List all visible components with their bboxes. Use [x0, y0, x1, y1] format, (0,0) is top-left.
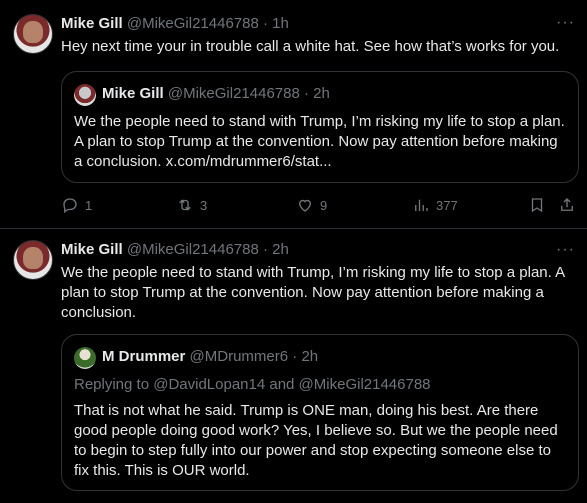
quote-header: M Drummer @MDrummer6 · 2h — [102, 347, 318, 367]
replying-to[interactable]: Replying to @DavidLopan14 and @MikeGil21… — [74, 375, 431, 395]
views-button[interactable]: 377 — [412, 196, 458, 214]
bookmark-icon — [531, 198, 543, 213]
tweet-text: Hey next time your in trouble call a whi… — [61, 38, 560, 55]
author-handle[interactable]: @MikeGil21446788 — [127, 15, 259, 32]
repost-count: 3 — [200, 197, 208, 213]
share-button[interactable] — [558, 196, 576, 214]
like-count: 9 — [320, 197, 328, 213]
tweet-header: Mike Gill @MikeGil21446788 · 1h — [61, 14, 289, 34]
quote-text: That is not what he said. Trump is ONE m… — [74, 402, 558, 479]
view-count: 377 — [436, 197, 458, 213]
quote-author-name: M Drummer — [102, 348, 186, 365]
reply-button[interactable]: 1 — [61, 196, 92, 214]
views-chart-icon — [415, 199, 428, 211]
bookmark-button[interactable] — [528, 196, 546, 214]
tweet-2[interactable]: Mike Gill @MikeGil21446788 · 2h ··· We t… — [0, 229, 587, 503]
quote-timestamp: 2h — [313, 85, 330, 102]
tweet-header: Mike Gill @MikeGil21446788 · 2h — [61, 240, 289, 260]
more-options-icon[interactable]: ··· — [556, 242, 575, 258]
quote-avatar — [74, 84, 96, 106]
quote-timestamp: 2h — [301, 348, 319, 365]
heart-icon — [299, 199, 311, 212]
quote-author-handle: @MikeGil21446788 — [167, 85, 300, 102]
avatar[interactable] — [13, 14, 53, 54]
quoted-tweet[interactable]: Mike Gill @MikeGil21446788 · 2h We the p… — [61, 71, 579, 183]
author-name[interactable]: Mike Gill — [61, 241, 123, 258]
separator-dot: · — [292, 348, 298, 365]
quote-text: We the people need to stand with Trump, … — [74, 113, 565, 170]
tweet-text: We the people need to stand with Trump, … — [61, 264, 565, 321]
author-handle[interactable]: @MikeGil21446788 — [127, 241, 259, 258]
separator-dot: · — [263, 15, 268, 32]
action-bar: 1 3 9 377 — [61, 196, 581, 216]
more-options-icon[interactable]: ··· — [556, 15, 575, 31]
timestamp[interactable]: 2h — [272, 241, 289, 258]
timestamp[interactable]: 1h — [272, 15, 289, 32]
quote-author-name: Mike Gill — [102, 85, 164, 102]
like-button[interactable]: 9 — [296, 196, 327, 214]
reply-icon — [63, 198, 77, 214]
quote-avatar — [74, 347, 96, 369]
author-name[interactable]: Mike Gill — [61, 15, 123, 32]
tweet-1[interactable]: Mike Gill @MikeGil21446788 · 1h ··· Hey … — [0, 0, 587, 228]
share-icon — [561, 198, 573, 211]
separator-dot: · — [263, 241, 268, 258]
separator-dot: · — [304, 85, 309, 102]
repost-icon — [179, 199, 191, 211]
repost-button[interactable]: 3 — [176, 196, 207, 214]
avatar[interactable] — [13, 240, 53, 280]
quote-author-handle: @MDrummer6 — [189, 348, 289, 365]
quote-header: Mike Gill @MikeGil21446788 · 2h — [102, 84, 330, 104]
reply-count: 1 — [85, 197, 93, 213]
quoted-tweet[interactable]: M Drummer @MDrummer6 · 2h Replying to @D… — [61, 334, 579, 491]
